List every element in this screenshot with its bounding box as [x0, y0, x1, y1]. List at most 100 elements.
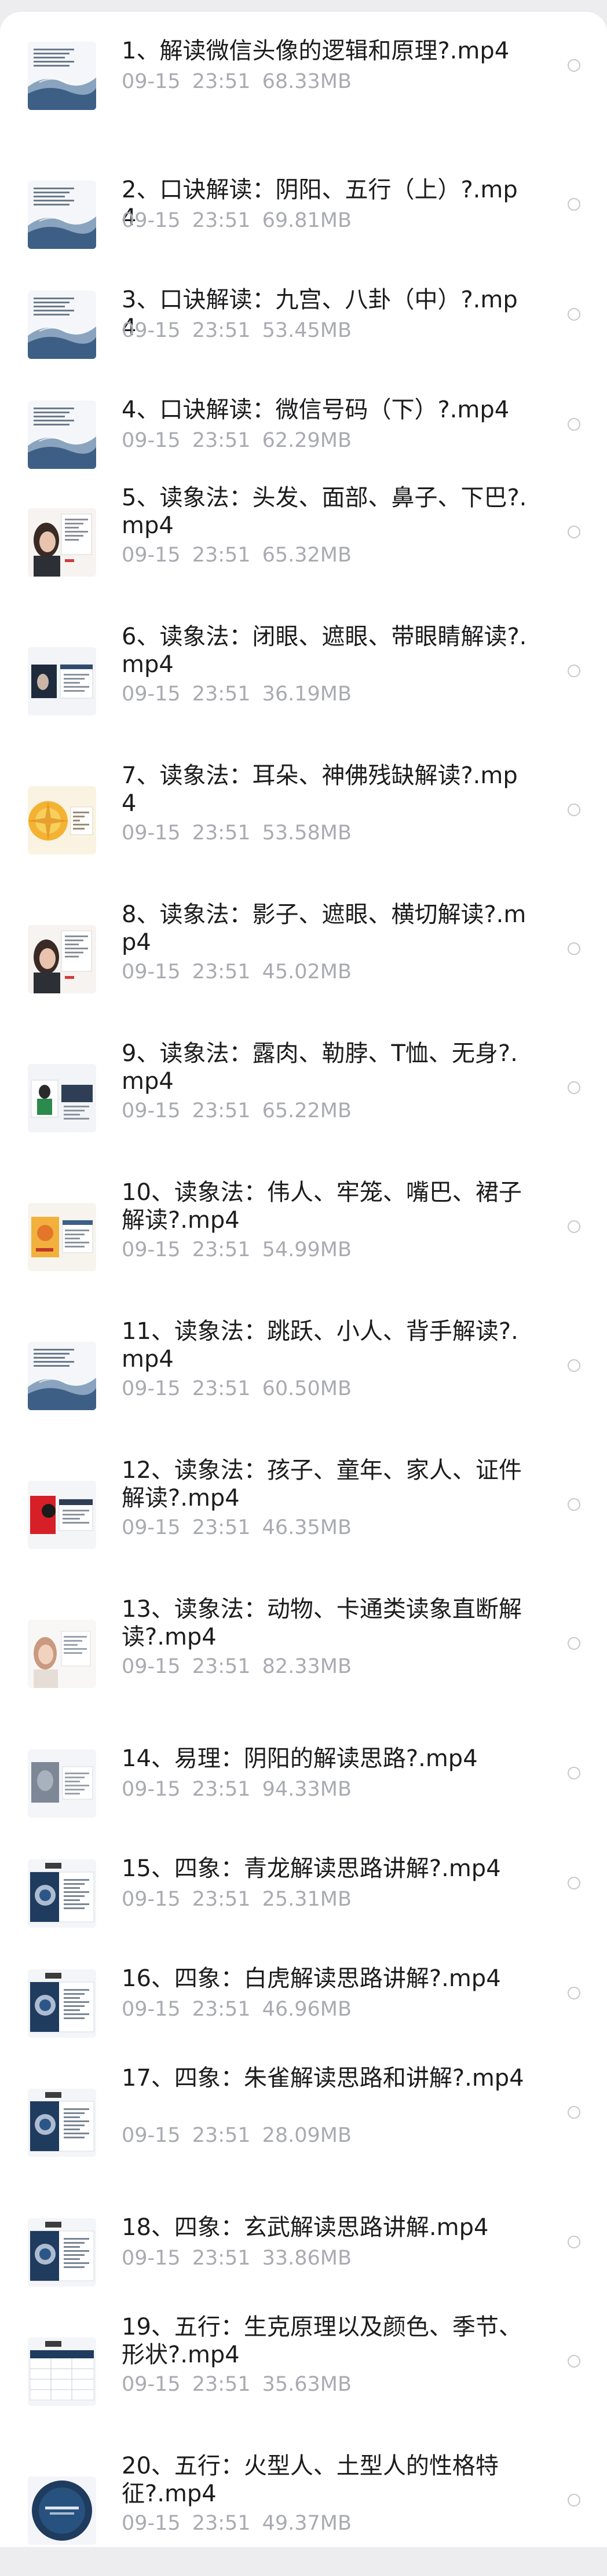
file-size: 53.45MB: [262, 319, 352, 342]
select-radio[interactable]: [568, 803, 580, 816]
file-size: 35.63MB: [262, 2373, 352, 2396]
select-radio[interactable]: [568, 1081, 580, 1094]
file-time: 23:51: [192, 1238, 251, 1261]
select-radio[interactable]: [568, 2494, 580, 2507]
video-thumbnail: [28, 1859, 96, 1928]
file-list-item[interactable]: 20、五行：火型人、土型人的性格特征?.mp4 09-15 23:51 49.37MB: [0, 2437, 607, 2576]
file-date: 09-15: [122, 960, 181, 984]
file-list-item[interactable]: 3、口诀解读：九宫、八卦（中）?.mp4 09-15 23:51 53.45MB: [0, 260, 607, 370]
file-date: 09-15: [122, 2247, 181, 2270]
select-radio[interactable]: [568, 418, 580, 431]
file-list-item[interactable]: 8、读象法：影子、遮眼、横切解读?.mp4 09-15 23:51 45.02MB: [0, 886, 607, 1025]
select-radio[interactable]: [568, 1637, 580, 1650]
video-thumbnail: [28, 1064, 96, 1132]
file-size: 45.02MB: [262, 960, 352, 984]
file-size: 49.37MB: [262, 2512, 352, 2535]
video-thumbnail: [28, 647, 96, 715]
file-meta: 09-15 23:51 94.33MB: [122, 1777, 352, 1801]
file-date: 09-15: [122, 1888, 181, 1911]
file-list-item[interactable]: 11、读象法：跳跃、小人、背手解读?.mp4 09-15 23:51 60.50MB: [0, 1302, 607, 1441]
select-radio[interactable]: [568, 2106, 580, 2119]
file-list-item[interactable]: 6、读象法：闭眼、遮眼、带眼睛解读?.mp4 09-15 23:51 36.19MB: [0, 608, 607, 747]
file-list-item[interactable]: 1、解读微信头像的逻辑和原理?.mp4 09-15 23:51 68.33MB: [0, 12, 607, 122]
select-radio[interactable]: [568, 198, 580, 211]
select-radio[interactable]: [568, 1987, 580, 1999]
file-meta: 09-15 23:51 28.09MB: [122, 2123, 352, 2148]
file-time: 23:51: [192, 429, 251, 452]
select-radio[interactable]: [568, 59, 580, 72]
file-list-item[interactable]: 9、读象法：露肉、勒脖、T恤、无身?.mp4 09-15 23:51 65.22MB: [0, 1025, 607, 1164]
video-thumbnail: [28, 925, 96, 993]
file-date: 09-15: [122, 2512, 181, 2535]
file-date: 09-15: [122, 319, 181, 342]
video-thumbnail: [28, 1749, 96, 1818]
file-list-item[interactable]: 5、读象法：头发、面部、鼻子、下巴?.mp4 09-15 23:51 65.32MB: [0, 469, 607, 608]
file-time: 23:51: [192, 1099, 251, 1122]
file-name: 12、读象法：孩子、童年、家人、证件解读?.mp4: [122, 1457, 522, 1511]
select-radio[interactable]: [568, 526, 580, 538]
select-radio[interactable]: [568, 1877, 580, 1889]
file-meta: 09-15 23:51 46.96MB: [122, 1997, 352, 2021]
file-name: 17、四象：朱雀解读思路和讲解?.mp4: [122, 2065, 524, 2091]
file-meta: 09-15 23:51 54.99MB: [122, 1238, 352, 1262]
file-list-item[interactable]: 17、四象：朱雀解读思路和讲解?.mp4 09-15 23:51 28.09MB: [0, 2049, 607, 2188]
video-thumbnail: [28, 1203, 96, 1271]
file-name: 1、解读微信头像的逻辑和原理?.mp4: [122, 38, 510, 64]
file-list-item[interactable]: 7、读象法：耳朵、神佛残缺解读?.mp4 09-15 23:51 53.58MB: [0, 747, 607, 886]
file-list-item[interactable]: 12、读象法：孩子、童年、家人、证件解读?.mp4 09-15 23:51 46.35…: [0, 1441, 607, 1580]
select-radio[interactable]: [568, 2355, 580, 2368]
video-thumbnail: [28, 2089, 96, 2157]
file-list-item[interactable]: 13、读象法：动物、卡通类读象直断解读?.mp4 09-15 23:51 82.33M…: [0, 1580, 607, 1719]
video-thumbnail: [28, 1620, 96, 1688]
file-name: 5、读象法：头发、面部、鼻子、下巴?.mp4: [122, 485, 527, 539]
file-time: 23:51: [192, 1655, 251, 1678]
video-thumbnail: [28, 291, 96, 359]
video-thumbnail: [28, 1969, 96, 2038]
file-list-panel: 1、解读微信头像的逻辑和原理?.mp4 09-15 23:51 68.33MB 2、口诀…: [0, 12, 607, 2547]
file-time: 23:51: [192, 70, 251, 93]
file-size: 65.32MB: [262, 544, 352, 567]
select-radio[interactable]: [568, 308, 580, 321]
select-radio[interactable]: [568, 942, 580, 955]
file-time: 23:51: [192, 319, 251, 342]
file-meta: 09-15 23:51 65.22MB: [122, 1099, 352, 1123]
file-name: 16、四象：白虎解读思路讲解?.mp4: [122, 1965, 501, 1992]
file-date: 09-15: [122, 209, 181, 232]
video-thumbnail: [28, 786, 96, 854]
file-list-item[interactable]: 18、四象：玄武解读思路讲解.mp4 09-15 23:51 33.86MB: [0, 2188, 607, 2298]
file-meta: 09-15 23:51 25.31MB: [122, 1887, 352, 1911]
file-list-item[interactable]: 16、四象：白虎解读思路讲解?.mp4 09-15 23:51 46.96MB: [0, 1939, 607, 2049]
file-meta: 09-15 23:51 82.33MB: [122, 1654, 352, 1679]
file-list-item[interactable]: 2、口诀解读：阴阳、五行（上）?.mp4 09-15 23:51 69.81MB: [0, 151, 607, 260]
file-list-item[interactable]: 4、口诀解读：微信号码（下）?.mp4 09-15 23:51 62.29MB: [0, 370, 607, 480]
file-size: 62.29MB: [262, 429, 352, 452]
select-radio[interactable]: [568, 1767, 580, 1779]
video-thumbnail: [28, 508, 96, 577]
file-date: 09-15: [122, 1778, 181, 1801]
file-meta: 09-15 23:51 49.37MB: [122, 2511, 352, 2535]
file-list-item[interactable]: 10、读象法：伟人、牢笼、嘴巴、裙子解读?.mp4 09-15 23:51 54.99…: [0, 1164, 607, 1302]
video-thumbnail: [28, 401, 96, 469]
video-thumbnail: [28, 181, 96, 249]
file-time: 23:51: [192, 209, 251, 232]
file-list-item[interactable]: 14、易理：阴阳的解读思路?.mp4 09-15 23:51 94.33MB: [0, 1719, 607, 1829]
file-list-item[interactable]: 15、四象：青龙解读思路讲解?.mp4 09-15 23:51 25.31MB: [0, 1829, 607, 1939]
file-date: 09-15: [122, 821, 181, 845]
select-radio[interactable]: [568, 1359, 580, 1372]
file-list-item[interactable]: 19、五行：生克原理以及颜色、季节、形状?.mp4 09-15 23:51 35.63…: [0, 2298, 607, 2437]
select-radio[interactable]: [568, 1220, 580, 1233]
file-date: 09-15: [122, 1377, 181, 1400]
file-size: 53.58MB: [262, 821, 352, 845]
file-name: 9、读象法：露肉、勒脖、T恤、无身?.mp4: [122, 1040, 518, 1095]
file-time: 23:51: [192, 960, 251, 984]
video-thumbnail: [28, 1342, 96, 1410]
file-date: 09-15: [122, 1655, 181, 1678]
file-size: 25.31MB: [262, 1888, 352, 1911]
video-thumbnail: [28, 2218, 96, 2287]
file-date: 09-15: [122, 1099, 181, 1122]
select-radio[interactable]: [568, 1498, 580, 1511]
file-name: 4、口诀解读：微信号码（下）?.mp4: [122, 397, 510, 423]
select-radio[interactable]: [568, 2236, 580, 2248]
select-radio[interactable]: [568, 665, 580, 677]
file-date: 09-15: [122, 429, 181, 452]
